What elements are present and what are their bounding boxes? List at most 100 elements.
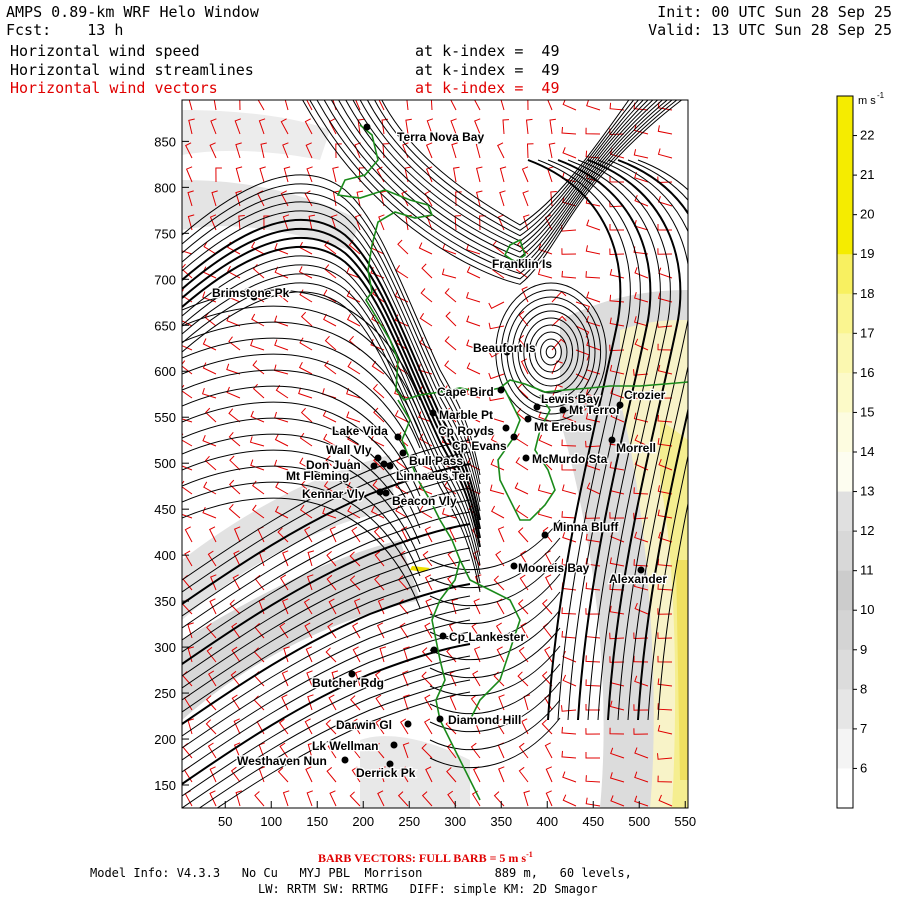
colorbar-cell [837, 254, 853, 295]
place-label: Linnaeus Ter [396, 469, 470, 483]
x-tick-label: 300 [444, 814, 466, 829]
y-tick-label: 300 [154, 640, 176, 655]
y-tick-label: 250 [154, 686, 176, 701]
colorbar-label: 18 [860, 286, 874, 301]
place-dot [404, 720, 412, 728]
x-tick-label: 350 [490, 814, 512, 829]
place-label: McMurdo Sta [532, 452, 608, 466]
place-label: Diamond Hill [448, 713, 521, 727]
place-dot [436, 715, 444, 723]
colorbar-cell [837, 214, 853, 255]
place-label: Mt Fleming [286, 469, 349, 483]
place-label: Cp Royds [438, 424, 494, 438]
colorbar-label: 15 [860, 404, 874, 419]
y-tick-label: 700 [154, 272, 176, 287]
place-label: Cp Evans [452, 439, 507, 453]
x-tick-label: 150 [306, 814, 328, 829]
place-dot [559, 406, 567, 414]
place-label: Beacon Vly [392, 494, 457, 508]
colorbar-label: 21 [860, 167, 874, 182]
colorbar-label: 10 [860, 602, 874, 617]
colorbar-label: 6 [860, 760, 867, 775]
y-tick-label: 350 [154, 594, 176, 609]
y-tick-label: 150 [154, 778, 176, 793]
place-dot [510, 562, 518, 570]
y-tick-label: 200 [154, 732, 176, 747]
place-label: Marble Pt [439, 408, 493, 422]
y-tick-label: 750 [154, 226, 176, 241]
place-label: Westhaven Nun [237, 754, 327, 768]
x-tick-label: 450 [582, 814, 604, 829]
place-dot [502, 424, 510, 432]
colorbar-label: 19 [860, 246, 874, 261]
x-tick-label: 100 [260, 814, 282, 829]
y-tick-label: 550 [154, 410, 176, 425]
barb-legend: BARB VECTORS: FULL BARB = 5 m s-1 [318, 850, 533, 865]
place-label: Bull Pass [409, 454, 463, 468]
colorbar-label: 9 [860, 642, 867, 657]
colorbar-cell [837, 452, 853, 493]
y-tick-label: 850 [154, 134, 176, 149]
place-label: Mooreis Bay [518, 561, 590, 575]
x-tick-label: 250 [398, 814, 420, 829]
x-tick-label: 200 [352, 814, 374, 829]
place-dot [608, 436, 616, 444]
place-dot [522, 454, 530, 462]
place-label: Kennar Vly [302, 487, 365, 501]
place-label: Mt Erebus [534, 420, 592, 434]
colorbar-label: 12 [860, 523, 874, 538]
place-label: Butcher Rdg [312, 676, 384, 690]
place-dot [380, 460, 388, 468]
colorbar-cell [837, 649, 853, 690]
place-label: Lake Vida [332, 424, 388, 438]
place-label: Lk Wellman [312, 739, 378, 753]
place-dot [363, 123, 371, 131]
place-dot [533, 403, 541, 411]
place-label: Alexander [609, 572, 667, 586]
place-dot [541, 531, 549, 539]
colorbar-cell [837, 491, 853, 532]
colorbar-cell [837, 728, 853, 769]
place-dot [430, 646, 438, 654]
colorbar-cell [837, 768, 853, 809]
place-dot [524, 415, 532, 423]
place-label: Wall Vly [326, 443, 372, 457]
colorbar-label: 20 [860, 207, 874, 222]
place-label: Terra Nova Bay [397, 130, 484, 144]
place-dot [370, 462, 378, 470]
model-info: Model Info: V4.3.3 No Cu MYJ PBL Morriso… [90, 866, 632, 880]
place-dot [386, 462, 394, 470]
colorbar-cell [837, 135, 853, 176]
colorbar-unit: m s [858, 95, 876, 107]
place-label: Minna Bluff [553, 520, 619, 534]
place-label: Derrick Pk [356, 766, 416, 780]
colorbar-cell [837, 333, 853, 374]
y-tick-label: 400 [154, 548, 176, 563]
place-dot [497, 386, 505, 394]
colorbar-cell [837, 96, 853, 137]
place-dot [374, 454, 382, 462]
colorbar-cell [837, 610, 853, 651]
colorbar-cell [837, 570, 853, 611]
physics-info: LW: RRTM SW: RRTMG DIFF: simple KM: 2D S… [258, 882, 598, 896]
place-dot [439, 632, 447, 640]
colorbar-unit-exponent: -1 [877, 91, 885, 100]
y-tick-label: 800 [154, 180, 176, 195]
place-label: Franklin Is [492, 257, 552, 271]
colorbar-label: 11 [860, 563, 874, 578]
colorbar-label: 16 [860, 365, 874, 380]
colorbar-cell [837, 412, 853, 453]
place-label: Beaufort Is [473, 341, 536, 355]
x-tick-label: 550 [674, 814, 696, 829]
place-dot [341, 756, 349, 764]
colorbar-label: 7 [860, 721, 867, 736]
colorbar-label: 14 [860, 444, 874, 459]
x-tick-label: 400 [536, 814, 558, 829]
colorbar-cell [837, 372, 853, 413]
colorbar-cell [837, 175, 853, 216]
place-dot [382, 489, 390, 497]
place-dot [616, 401, 624, 409]
place-dot [510, 433, 518, 441]
colorbar-label: 13 [860, 484, 874, 499]
place-dot [429, 409, 437, 417]
